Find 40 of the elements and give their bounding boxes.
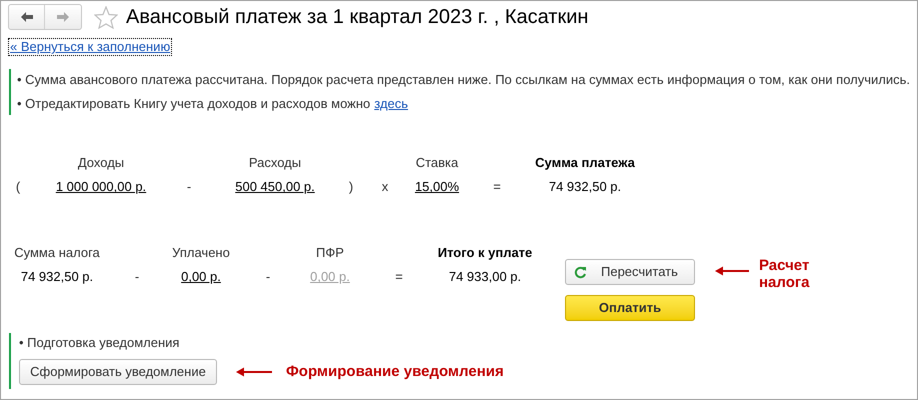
arrow-icon xyxy=(715,266,749,276)
column-header: Доходы xyxy=(78,155,124,170)
create-notice-button[interactable]: Сформировать уведомление xyxy=(19,359,217,385)
notice-text: • Подготовка уведомления xyxy=(19,335,180,351)
operator-sign: - xyxy=(186,179,192,194)
forward-arrow-icon xyxy=(56,11,70,23)
operator-sign: - xyxy=(266,269,270,284)
pay-button[interactable]: Оплатить xyxy=(565,295,695,321)
column-header: Итого к уплате xyxy=(438,245,532,260)
column-header: Ставка xyxy=(416,155,458,170)
operator-sign: ) xyxy=(348,179,354,194)
info-text: • Сумма авансового платежа рассчитана. Порядок расчета представлен ниже. По ссылкам на суммах есть информация о том, как они получились. xyxy=(17,72,910,88)
column-header: Уплачено xyxy=(172,245,230,260)
amount-value: 74 933,00 р. xyxy=(448,269,522,284)
amount-value: 74 932,50 р. xyxy=(548,179,622,194)
operator-sign: - xyxy=(134,269,140,284)
column-header: ПФР xyxy=(316,245,344,260)
window-title: Авансовый платеж за 1 квартал 2023 г. , Касаткин xyxy=(126,5,588,29)
recalculate-button[interactable]: Пересчитать xyxy=(565,259,695,285)
operator-sign: = xyxy=(395,269,403,284)
info-text: • Отредактировать Книгу учета доходов и расходов можно xyxy=(17,96,370,112)
amount-link[interactable]: 500 450,00 р. xyxy=(235,179,315,194)
annotation-text: Расчет налога xyxy=(759,257,810,291)
refresh-icon xyxy=(574,266,587,278)
annotation-text: Формирование уведомления xyxy=(286,362,504,382)
amount-link[interactable]: 0,00 р. xyxy=(181,269,221,284)
back-link[interactable]: « Вернуться к заполнению xyxy=(9,39,172,55)
amount-value: 74 932,50 р. xyxy=(20,269,94,284)
amount-link[interactable]: 1 000 000,00 р. xyxy=(56,179,146,194)
amount-link[interactable]: 15,00% xyxy=(414,179,460,194)
operator-sign: = xyxy=(493,179,501,194)
back-arrow-icon xyxy=(20,11,34,23)
column-header: Сумма платежа xyxy=(535,155,635,170)
operator-sign: x xyxy=(382,179,388,194)
column-header: Сумма налога xyxy=(14,245,100,260)
column-header: Расходы xyxy=(248,155,302,170)
star-icon[interactable] xyxy=(94,6,118,28)
edit-link[interactable]: здесь xyxy=(374,96,408,112)
arrow-icon xyxy=(236,367,272,377)
operator-sign: ( xyxy=(16,179,20,194)
